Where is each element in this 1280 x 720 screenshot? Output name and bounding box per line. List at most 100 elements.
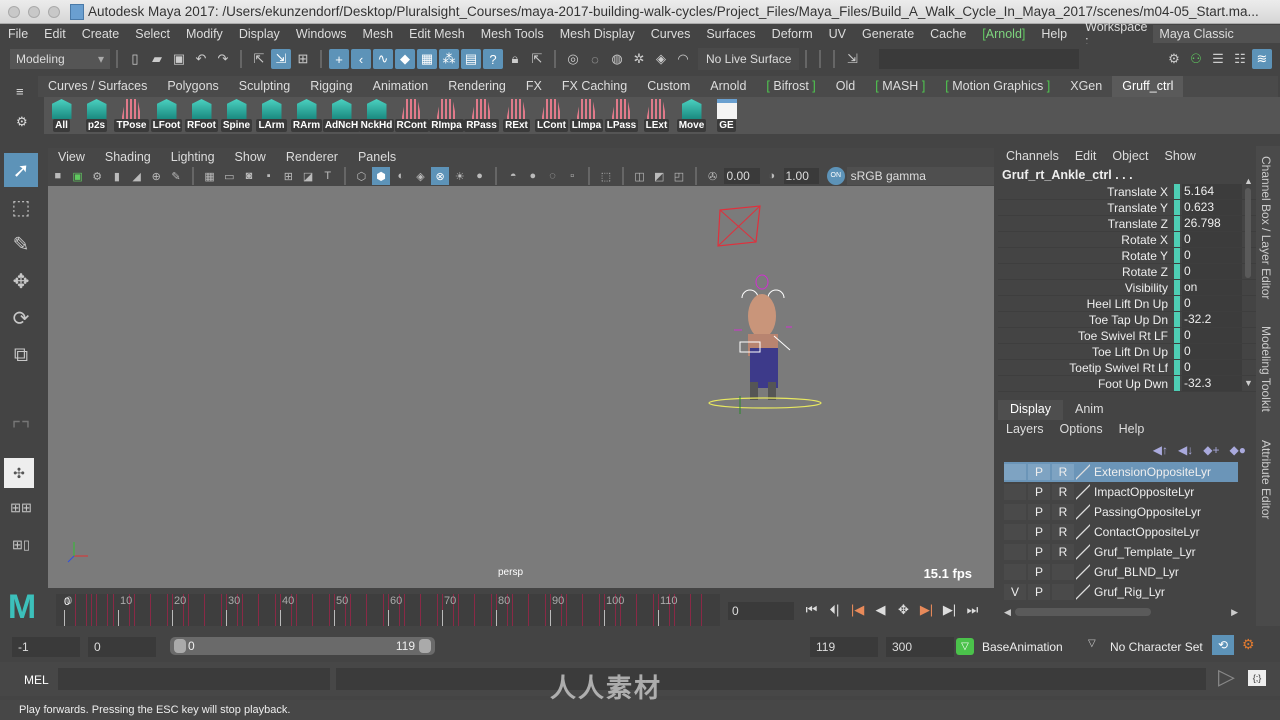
new-layer-icon[interactable]: ◆+: [1203, 443, 1219, 457]
menu-deform[interactable]: Deform: [764, 27, 821, 41]
layer-name[interactable]: Gruf_Template_Lyr: [1094, 545, 1196, 559]
channel-name[interactable]: Foot Up Dwn: [998, 377, 1174, 391]
layer-visibility-toggle[interactable]: [1004, 504, 1026, 520]
shelf-button-rpass[interactable]: RPass: [464, 97, 499, 134]
layer-visibility-toggle[interactable]: [1004, 464, 1026, 480]
step-back-key-button[interactable]: |◀: [846, 600, 869, 620]
menu-arnold[interactable]: [Arnold]: [974, 27, 1033, 41]
shelf-button-p2s[interactable]: p2s: [79, 97, 114, 134]
layer-color-swatch[interactable]: [1076, 464, 1090, 480]
safe-title-icon[interactable]: T: [319, 167, 337, 185]
shelf-tab-bifrost[interactable]: [ Bifrost ]: [756, 76, 825, 97]
script-language-toggle[interactable]: MEL: [24, 673, 49, 687]
shelf-button-rcont[interactable]: RCont: [394, 97, 429, 134]
layer-display-type-toggle[interactable]: R: [1052, 504, 1074, 520]
go-to-start-button[interactable]: ⏮: [800, 600, 823, 620]
scroll-thumb[interactable]: [1245, 188, 1251, 278]
live-surface-field[interactable]: No Live Surface: [698, 48, 800, 70]
menu-edit-mesh[interactable]: Edit Mesh: [401, 27, 473, 41]
maximize-window-button[interactable]: [48, 5, 60, 18]
channel-box-menu-channels[interactable]: Channels: [998, 149, 1067, 163]
shelf-tab-arnold[interactable]: Arnold: [700, 76, 756, 97]
menu-help[interactable]: Help: [1033, 27, 1075, 41]
gamma-field[interactable]: 1.00: [783, 168, 819, 184]
anim-layer-label[interactable]: BaseAnimation: [982, 640, 1063, 654]
select-surfaces-icon[interactable]: ◆: [395, 49, 415, 69]
shelf-button-rext[interactable]: RExt: [499, 97, 534, 134]
scroll-down-icon[interactable]: ▼: [1244, 378, 1253, 388]
layer-color-swatch[interactable]: [1076, 564, 1090, 580]
exposure-field[interactable]: 0.00: [724, 168, 760, 184]
layer-visibility-toggle[interactable]: [1004, 524, 1026, 540]
channel-row[interactable]: Heel Lift Dn Up 0: [998, 296, 1256, 312]
layer-visibility-toggle[interactable]: [1004, 544, 1026, 560]
menu-display[interactable]: Display: [231, 27, 288, 41]
layer-playback-toggle[interactable]: P: [1028, 484, 1050, 500]
channel-row[interactable]: Translate Z 26.798: [998, 216, 1256, 232]
channel-value-field[interactable]: 0: [1182, 248, 1242, 263]
resolution-gate-icon[interactable]: ◙: [240, 167, 258, 185]
channel-row[interactable]: Visibility on: [998, 280, 1256, 296]
channel-row[interactable]: Toe Swivel Rt LF 0: [998, 328, 1256, 344]
layer-color-swatch[interactable]: [1076, 584, 1090, 600]
select-dynamics-icon[interactable]: ⁂: [439, 49, 459, 69]
layer-menu-options[interactable]: Options: [1052, 422, 1111, 436]
layer-visibility-toggle[interactable]: V: [1004, 584, 1026, 600]
select-by-hierarchy-icon[interactable]: ⇱: [249, 49, 269, 69]
mel-command-input[interactable]: [58, 668, 330, 690]
shelf-button-tpose[interactable]: TPose: [114, 97, 149, 134]
playback-end-field[interactable]: 119: [810, 637, 878, 657]
panel-menu-renderer[interactable]: Renderer: [276, 150, 348, 164]
highlight-selection-icon[interactable]: ⇱: [527, 49, 547, 69]
shelf-button-lfoot[interactable]: LFoot: [149, 97, 184, 134]
channel-value-field[interactable]: 0: [1182, 264, 1242, 279]
tab-channel-box-layer-editor[interactable]: Channel Box / Layer Editor: [1259, 156, 1273, 299]
grease-pencil-icon[interactable]: ✎: [167, 167, 185, 185]
depth-of-field-icon[interactable]: ▫: [563, 167, 581, 185]
multisample-aa-icon[interactable]: ◌: [544, 167, 562, 185]
channel-value-field[interactable]: 0: [1182, 232, 1242, 247]
channel-name[interactable]: Rotate X: [998, 233, 1174, 247]
shelf-tab-fx[interactable]: FX: [516, 76, 552, 97]
layer-color-swatch[interactable]: [1076, 504, 1090, 520]
smooth-shade-icon[interactable]: ⬢: [372, 167, 390, 185]
layer-tab-display[interactable]: Display: [998, 400, 1063, 420]
menu-curves[interactable]: Curves: [643, 27, 699, 41]
menu-mesh-display[interactable]: Mesh Display: [552, 27, 643, 41]
channel-name[interactable]: Toetip Swivel Rt Lf: [998, 361, 1174, 375]
play-backwards-button[interactable]: ◀: [869, 600, 892, 620]
tab-attribute-editor[interactable]: Attribute Editor: [1259, 440, 1273, 519]
layer-playback-toggle[interactable]: P: [1028, 564, 1050, 580]
camera-attributes-icon[interactable]: ⚙: [88, 167, 106, 185]
layer-playback-toggle[interactable]: P: [1028, 464, 1050, 480]
select-rendering-icon[interactable]: ▤: [461, 49, 481, 69]
grid-icon[interactable]: ▦: [201, 167, 219, 185]
color-management-toggle[interactable]: ON: [826, 167, 845, 185]
animation-end-field[interactable]: 300: [886, 637, 954, 657]
shelf-button-spine[interactable]: Spine: [219, 97, 254, 134]
menu-modify[interactable]: Modify: [178, 27, 231, 41]
paint-select-tool-icon[interactable]: ✎: [4, 227, 38, 261]
shelf-button-lcont[interactable]: LCont: [534, 97, 569, 134]
isolate-select-icon[interactable]: ⬚: [597, 167, 615, 185]
shelf-button-rimpa[interactable]: RImpa: [429, 97, 464, 134]
channel-name[interactable]: Toe Tap Up Dn: [998, 313, 1174, 327]
shelf-button-all[interactable]: All: [44, 97, 79, 134]
menu-generate[interactable]: Generate: [854, 27, 922, 41]
channel-name[interactable]: Heel Lift Dn Up: [998, 297, 1174, 311]
channel-value-field[interactable]: 0: [1182, 344, 1242, 359]
new-scene-icon[interactable]: ▯: [125, 49, 145, 69]
channel-row[interactable]: Toe Lift Dn Up 0: [998, 344, 1256, 360]
shelf-button-limpa[interactable]: LImpa: [569, 97, 604, 134]
shelf-tab-mash[interactable]: [ MASH ]: [865, 76, 935, 97]
gamma-icon[interactable]: ◑: [763, 167, 781, 185]
root-control[interactable]: [708, 397, 822, 409]
shelf-tab-rendering[interactable]: Rendering: [438, 76, 516, 97]
time-slider[interactable]: 0 10 20 30 40 50 60 70 80 90 100 110 0: [56, 594, 720, 626]
channel-name[interactable]: Rotate Y: [998, 249, 1174, 263]
scroll-up-icon[interactable]: ▲: [1244, 176, 1253, 186]
undo-icon[interactable]: ↶: [191, 49, 211, 69]
step-forward-frame-button[interactable]: ▶|: [938, 600, 961, 620]
auto-key-toggle-icon[interactable]: ⟲: [1212, 635, 1234, 655]
channel-value-field[interactable]: 26.798: [1182, 216, 1242, 231]
